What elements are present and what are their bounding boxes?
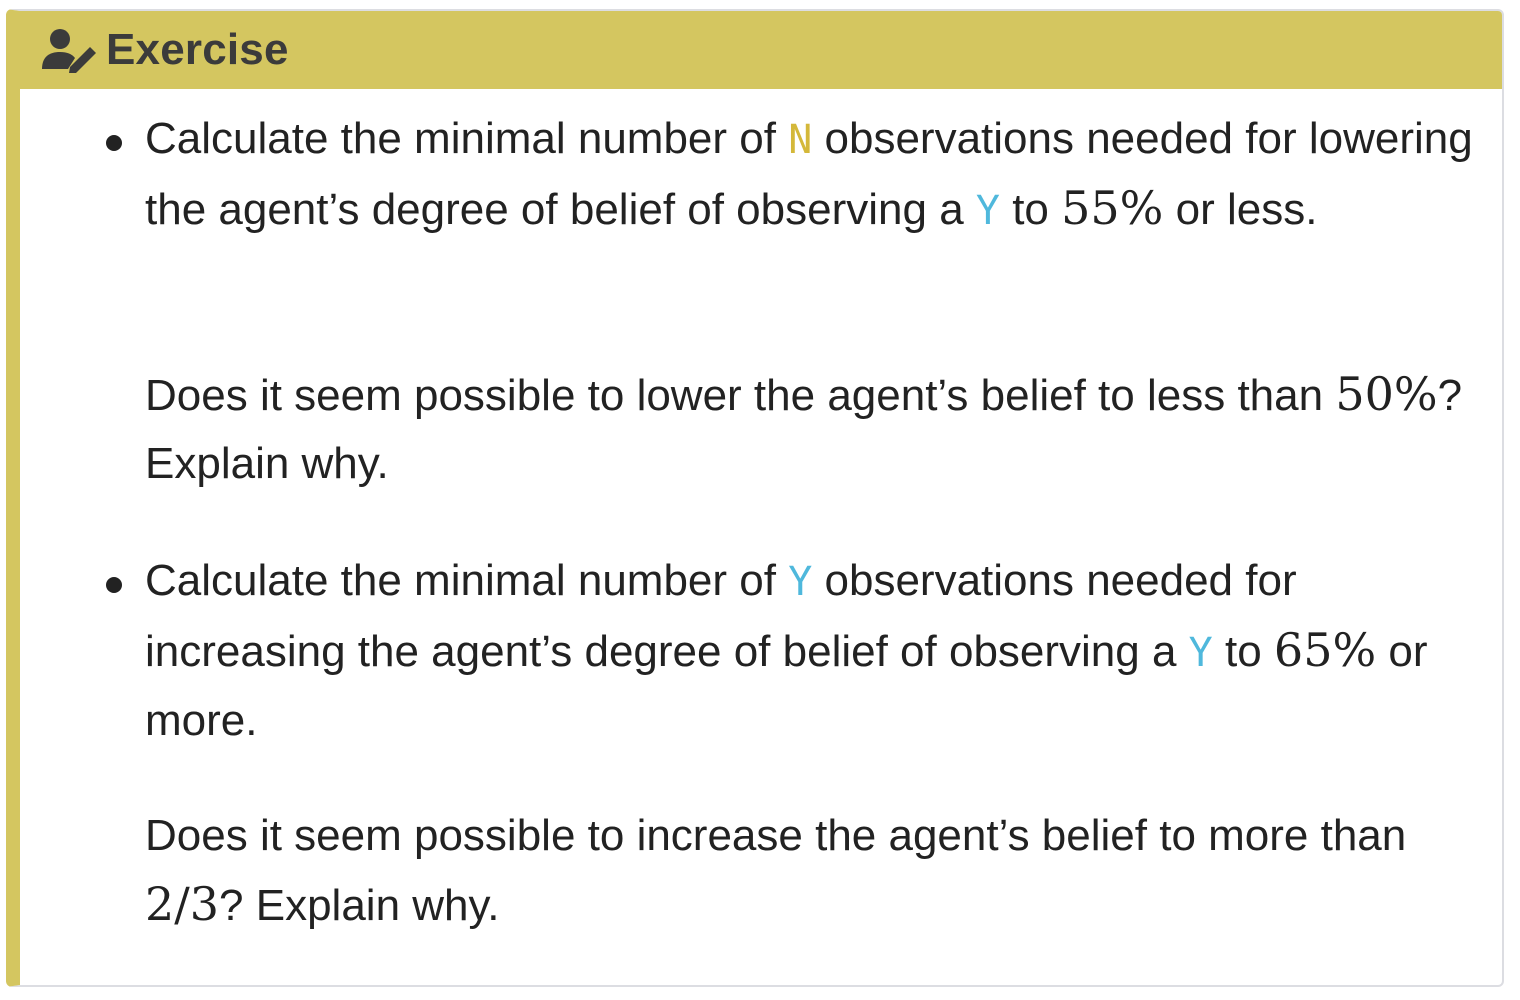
- bullet-icon: [106, 577, 122, 593]
- question-text: Does it seem possible to lower the agent…: [145, 371, 1336, 420]
- callout-header: Exercise: [20, 11, 1502, 89]
- code-y: Y: [1188, 630, 1213, 676]
- code-y: Y: [975, 188, 1000, 234]
- question-text: ? Explain why.: [219, 881, 500, 930]
- bullet-icon: [106, 135, 122, 151]
- task-text: Calculate the minimal number of: [145, 114, 789, 163]
- task-text: Calculate the minimal number of: [145, 556, 789, 605]
- task-text: to: [1212, 627, 1274, 676]
- math-value: 65%: [1273, 623, 1377, 677]
- question-paragraph: Does it seem possible to increase the ag…: [145, 802, 1490, 940]
- callout-title: Exercise: [106, 25, 289, 74]
- code-y: Y: [788, 559, 813, 605]
- task-paragraph: Calculate the minimal number of Y observ…: [145, 547, 1490, 755]
- question-paragraph: Does it seem possible to lower the agent…: [145, 360, 1490, 498]
- code-n: N: [788, 117, 813, 163]
- math-value: 50%: [1335, 367, 1438, 421]
- exercise-callout: Exercise Calculate the minimal number of…: [6, 9, 1504, 987]
- task-text: to: [999, 185, 1062, 234]
- task-text: or less.: [1163, 185, 1318, 234]
- math-value: 2/3: [145, 877, 220, 931]
- user-pen-icon: [40, 27, 100, 73]
- task-paragraph: Calculate the minimal number of N observ…: [145, 105, 1490, 245]
- math-value: 55%: [1061, 181, 1164, 235]
- question-text: Does it seem possible to increase the ag…: [145, 811, 1407, 860]
